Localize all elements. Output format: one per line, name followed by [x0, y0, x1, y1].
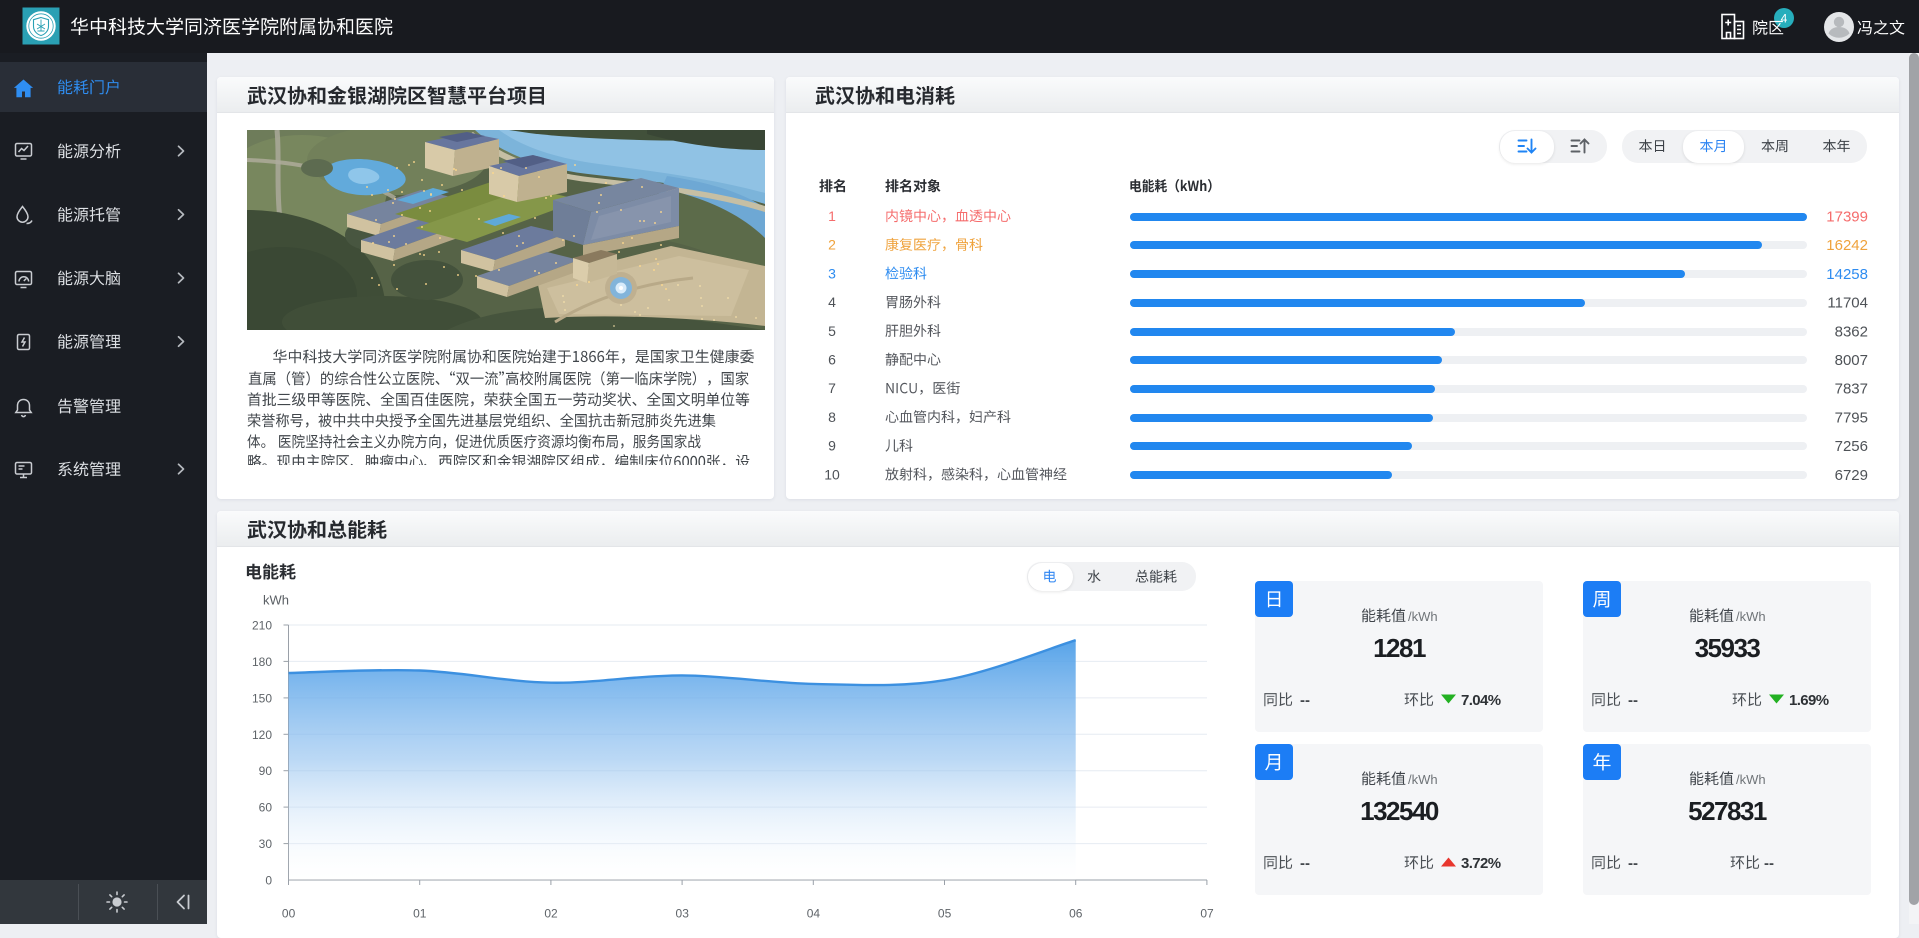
svg-text:9: 9: [828, 438, 836, 454]
svg-text:6729: 6729: [1835, 467, 1868, 484]
svg-text:06: 06: [1069, 907, 1083, 921]
svg-text:01: 01: [413, 907, 427, 921]
svg-text:7: 7: [828, 380, 836, 396]
svg-text:--: --: [1628, 692, 1638, 709]
svg-text:1: 1: [828, 208, 836, 224]
svg-text:8362: 8362: [1835, 323, 1868, 340]
svg-text:02: 02: [544, 907, 558, 921]
svg-text:8007: 8007: [1835, 352, 1868, 369]
svg-text:11704: 11704: [1827, 295, 1868, 312]
svg-text:1281: 1281: [1373, 633, 1426, 663]
svg-text:3.72%: 3.72%: [1461, 855, 1501, 872]
svg-text:--: --: [1628, 855, 1638, 872]
svg-text:04: 04: [807, 907, 821, 921]
svg-text:6: 6: [828, 352, 836, 368]
svg-text:150: 150: [252, 691, 272, 705]
svg-text:60: 60: [259, 801, 273, 815]
svg-text:35933: 35933: [1695, 633, 1761, 663]
svg-text:05: 05: [938, 907, 952, 921]
svg-text:07: 07: [1200, 907, 1214, 921]
svg-text:/kWh: /kWh: [1736, 609, 1766, 624]
svg-text:180: 180: [252, 655, 272, 669]
svg-text:0: 0: [265, 874, 272, 888]
svg-text:/kWh: /kWh: [1408, 609, 1438, 624]
svg-text:00: 00: [282, 907, 296, 921]
svg-text:14258: 14258: [1826, 266, 1868, 283]
svg-text:2: 2: [828, 237, 836, 253]
svg-text:03: 03: [676, 907, 690, 921]
svg-text:132540: 132540: [1360, 796, 1439, 826]
svg-text:90: 90: [259, 764, 273, 778]
svg-text:3: 3: [828, 265, 836, 281]
svg-text:4: 4: [1781, 12, 1788, 26]
svg-text:210: 210: [252, 618, 272, 632]
svg-text:527831: 527831: [1688, 796, 1767, 826]
svg-text:10: 10: [824, 466, 840, 482]
svg-text:7837: 7837: [1835, 381, 1868, 398]
svg-text:1.69%: 1.69%: [1789, 692, 1829, 709]
svg-text:kWh: kWh: [263, 593, 289, 608]
svg-text:7795: 7795: [1835, 409, 1868, 426]
svg-text:5: 5: [828, 323, 836, 339]
svg-text:8: 8: [828, 409, 836, 425]
svg-text:/kWh: /kWh: [1408, 772, 1438, 787]
svg-text:--: --: [1300, 855, 1310, 872]
svg-text:--: --: [1300, 692, 1310, 709]
svg-text:4: 4: [828, 294, 836, 310]
svg-text:30: 30: [259, 837, 273, 851]
svg-text:--: --: [1764, 855, 1774, 872]
svg-text:/kWh: /kWh: [1736, 772, 1766, 787]
svg-text:7.04%: 7.04%: [1461, 692, 1501, 709]
svg-text:120: 120: [252, 728, 272, 742]
svg-text:16242: 16242: [1826, 237, 1868, 254]
svg-text:17399: 17399: [1826, 209, 1868, 226]
svg-text:7256: 7256: [1835, 438, 1868, 455]
